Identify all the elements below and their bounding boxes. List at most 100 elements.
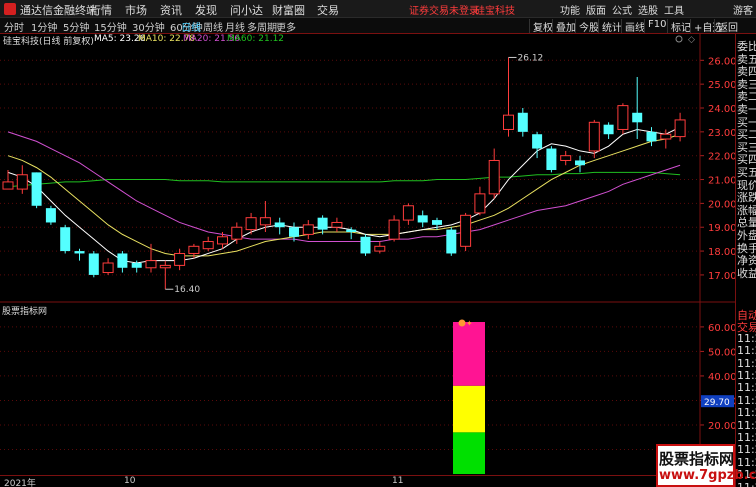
candle-body	[117, 253, 128, 268]
back-button[interactable]: 返回	[714, 19, 738, 34]
title-bar: 通达信金融终端 行情 市场 资讯 发现 问小达 财富圈 交易 证券交易未登录 硅…	[0, 0, 756, 18]
menu-stock-picker[interactable]: 选股	[638, 2, 658, 17]
today-button[interactable]: 今股	[575, 19, 599, 34]
menu-ask[interactable]: 问小达	[230, 2, 263, 18]
candle-body	[217, 236, 228, 245]
sub-chart-label: 股票指标网	[2, 307, 48, 317]
candle-body	[546, 148, 557, 170]
tick-time: 11:28	[737, 356, 756, 370]
sub-axis-label: 50.00	[708, 347, 735, 358]
candle-body	[45, 208, 56, 223]
menu-functions[interactable]: 功能	[560, 2, 580, 17]
candle-body	[346, 229, 357, 232]
candle-body	[16, 174, 28, 190]
low-label: 16.40	[174, 285, 200, 295]
candle-body	[588, 121, 600, 152]
sub-axis: 60.0050.0040.0030.0020.0010.0029.70	[700, 323, 735, 456]
price-label: 17.00	[708, 271, 735, 282]
candle-body	[145, 260, 157, 269]
price-label: 23.00	[708, 128, 735, 139]
overlay-button[interactable]: 叠加	[552, 19, 576, 34]
menu-market[interactable]: 市场	[125, 2, 147, 18]
candle-body	[617, 105, 629, 130]
menu-layout[interactable]: 版面	[586, 2, 606, 17]
candle-body	[231, 226, 243, 240]
period-30min[interactable]: 30分钟	[132, 19, 165, 34]
period-5min[interactable]: 5分钟	[63, 19, 89, 34]
mark-button[interactable]: 标记	[667, 19, 691, 34]
menu-wealth[interactable]: 财富圈	[272, 2, 305, 18]
candle-body	[674, 119, 686, 138]
tick-time: 11:29	[737, 443, 756, 457]
adjust-button[interactable]: 复权	[529, 19, 553, 34]
watermark-url: www.7gpzb.com	[659, 468, 756, 483]
tick-time: 11:29	[737, 393, 756, 407]
period-weekly[interactable]: 周线	[203, 19, 223, 34]
high-label: 26.12	[518, 53, 544, 63]
candle-body	[331, 221, 343, 228]
candle-body	[402, 205, 414, 221]
indicator-bar-segment	[453, 385, 485, 433]
draw-button[interactable]: 画线	[621, 19, 645, 34]
indicator-marker-icon	[458, 319, 466, 327]
candle-body	[560, 155, 572, 161]
candle-body	[360, 236, 371, 254]
candle-body	[388, 219, 400, 240]
menu-tools[interactable]: 工具	[664, 2, 684, 17]
indicator-marker-glyph: ✦	[466, 319, 473, 328]
candle-body	[274, 222, 285, 228]
candle-body	[432, 220, 442, 225]
candle-body	[202, 241, 214, 250]
period-more[interactable]: 更多	[276, 19, 296, 34]
guest-login[interactable]: 游客	[733, 2, 753, 17]
ma5-line	[7, 126, 681, 264]
sub-axis-label: 40.00	[708, 372, 735, 383]
watermark: 股票指标网 www.7gpzb.com	[656, 444, 756, 487]
period-intraday[interactable]: 分时	[4, 19, 24, 34]
date-axis: 2021年 10 11	[0, 475, 700, 487]
price-axis: 26.00 25.00 24.00 23.00 22.00 21.00 20.00 19.00…	[700, 56, 735, 282]
sub-marker-value: 29.70	[704, 398, 730, 408]
candle-body	[174, 252, 186, 266]
price-label: 19.00	[708, 223, 735, 234]
period-monthly[interactable]: 月线	[225, 19, 245, 34]
stock-title: 硅宝科技	[475, 6, 515, 17]
candle-body	[317, 217, 328, 230]
tick-time: 11:29	[737, 455, 756, 469]
period-1min[interactable]: 1分钟	[31, 19, 57, 34]
kline-chart[interactable]: 26.12 16.40 26.00 25.00 24.00 23.00 22.00 21.0…	[0, 34, 735, 475]
period-daily[interactable]: 日线	[181, 19, 201, 34]
candle-body	[31, 172, 42, 206]
candle-body	[60, 227, 71, 252]
candle-body	[102, 262, 114, 274]
tick-time: 11:29	[737, 406, 756, 420]
period-multi[interactable]: 多周期	[247, 19, 277, 34]
price-label: 26.00	[708, 56, 735, 67]
stock-name-period: 硅宝科技(日线 前复权)	[3, 37, 94, 47]
candle-body	[446, 229, 457, 254]
candle-body	[188, 245, 200, 254]
ma10-line	[7, 133, 681, 257]
tick-time: 11:29	[737, 418, 756, 432]
menu-quotes[interactable]: 行情	[90, 2, 112, 18]
menu-formula[interactable]: 公式	[612, 2, 632, 17]
ma-info-bar: 硅宝科技(日线 前复权) MA5: 23.26 MA10: 22.78 MA20…	[0, 34, 700, 47]
candle-body	[245, 217, 257, 231]
candle-body	[488, 159, 500, 195]
trade-login-warning[interactable]: 证券交易未登录	[409, 2, 479, 17]
candle-body	[646, 131, 657, 142]
stats-button[interactable]: 统计	[598, 19, 622, 34]
price-label: 18.00	[708, 247, 735, 258]
period-15min[interactable]: 15分钟	[94, 19, 127, 34]
menu-trade[interactable]: 交易	[317, 2, 339, 18]
sub-axis-label: 20.00	[708, 421, 735, 432]
app-logo-icon	[4, 3, 16, 15]
watermark-text: 股票指标网	[659, 450, 735, 468]
indicator-bar-segment	[453, 432, 485, 474]
sub-indicator-bars	[453, 322, 485, 474]
date-label-nov: 11	[392, 476, 404, 486]
f10-button[interactable]: F10	[644, 19, 666, 33]
tick-time: 11:29	[737, 431, 756, 444]
menu-discover[interactable]: 发现	[195, 2, 217, 18]
menu-news[interactable]: 资讯	[160, 2, 182, 18]
